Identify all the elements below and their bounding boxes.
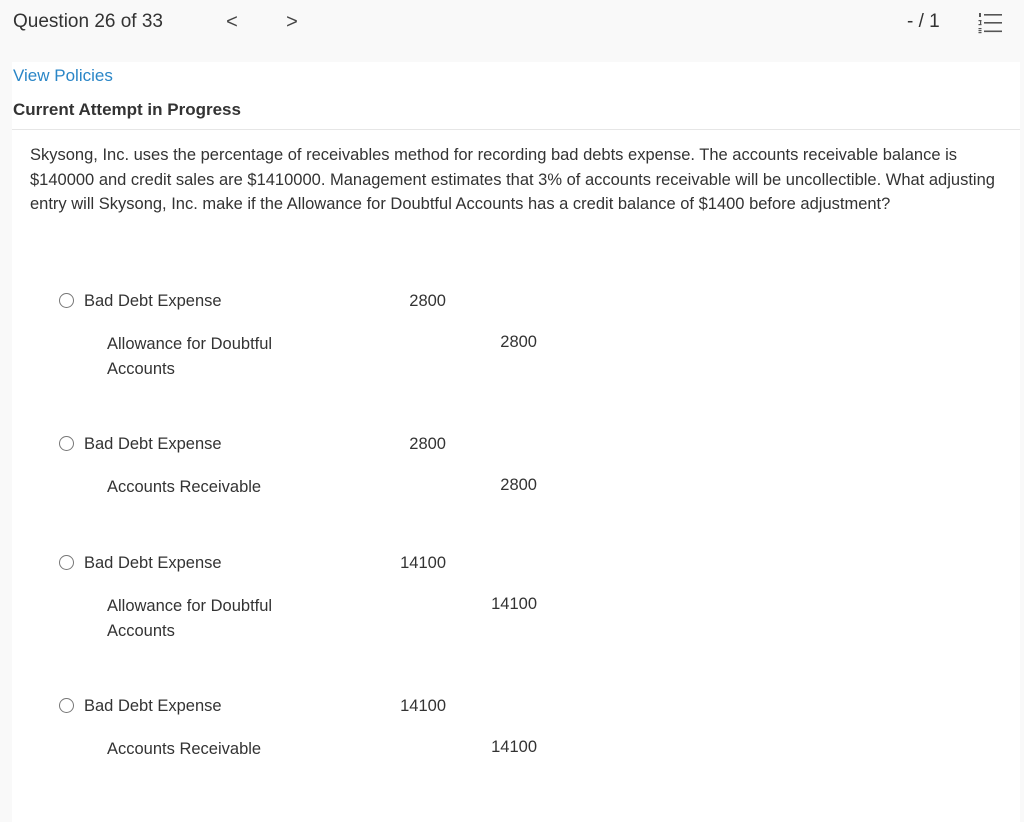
question-counter: Question 26 of 33 <box>13 11 163 32</box>
debit-amount: 14100 <box>400 554 446 572</box>
radio-button[interactable] <box>59 293 74 308</box>
score-display: - / 1 <box>907 11 940 32</box>
radio-button[interactable] <box>59 436 74 451</box>
debit-account: Bad Debt Expense <box>84 435 222 453</box>
question-text: Skysong, Inc. uses the percentage of rec… <box>30 146 995 213</box>
attempt-status: Current Attempt in Progress <box>13 100 241 119</box>
credit-account: Allowance for Doubtful Accounts <box>107 597 273 640</box>
credit-amount: 2800 <box>500 476 537 494</box>
credit-amount: 2800 <box>500 333 537 351</box>
question-header: Question 26 of 33 < > - / 1 <box>0 0 1024 44</box>
radio-button[interactable] <box>59 698 74 713</box>
credit-account: Accounts Receivable <box>107 740 262 758</box>
chevron-left-icon[interactable]: < <box>221 10 243 34</box>
credit-amount: 14100 <box>491 738 537 756</box>
debit-amount: 2800 <box>409 292 446 310</box>
divider <box>12 129 1020 130</box>
radio-button[interactable] <box>59 555 74 570</box>
debit-account: Bad Debt Expense <box>84 554 222 572</box>
credit-account: Allowance for Doubtful Accounts <box>107 335 273 378</box>
debit-amount: 2800 <box>409 435 446 453</box>
numbered-list-icon[interactable] <box>978 12 1002 34</box>
credit-amount: 14100 <box>491 595 537 613</box>
debit-account: Bad Debt Expense <box>84 697 222 715</box>
debit-amount: 14100 <box>400 697 446 715</box>
question-panel: View Policies Current Attempt in Progres… <box>12 62 1020 822</box>
debit-account: Bad Debt Expense <box>84 292 222 310</box>
chevron-right-icon[interactable]: > <box>281 10 303 34</box>
credit-account: Accounts Receivable <box>107 478 262 496</box>
view-policies-link[interactable]: View Policies <box>13 66 113 86</box>
